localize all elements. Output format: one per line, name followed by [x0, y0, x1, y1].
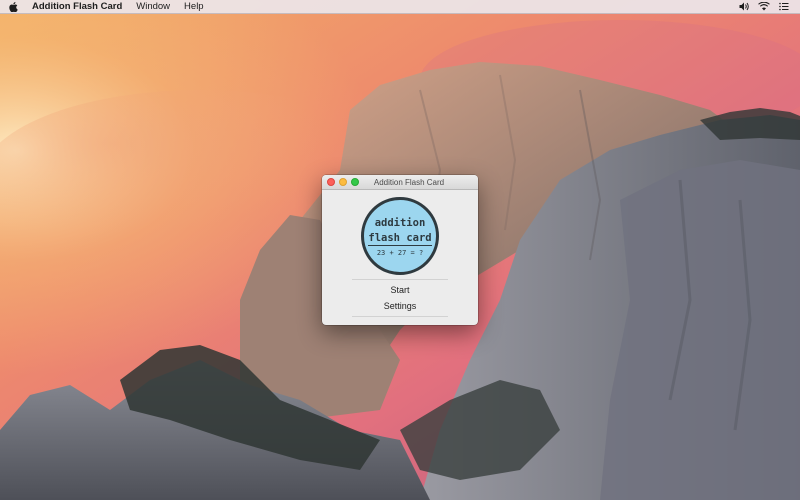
menu-bar: Addition Flash Card Window Help [0, 0, 800, 14]
window-title: Addition Flash Card [373, 178, 445, 187]
menu-bar-left: Addition Flash Card Window Help [0, 0, 211, 13]
start-button[interactable]: Start [352, 283, 448, 297]
list-icon[interactable] [774, 0, 794, 14]
menu-help[interactable]: Help [177, 0, 211, 14]
divider [352, 279, 448, 280]
logo-text-equation: 23 + 27 = ? [376, 248, 424, 257]
wifi-icon[interactable] [754, 0, 774, 14]
logo-badge: addition flash card 23 + 27 = ? [361, 197, 439, 275]
window-titlebar[interactable]: Addition Flash Card [322, 175, 478, 190]
app-logo: addition flash card 23 + 27 = ? [361, 197, 439, 275]
logo-text-addition: addition [374, 216, 426, 229]
app-window: Addition Flash Card addition flash card … [322, 175, 478, 325]
apple-icon-glyph [8, 1, 18, 12]
menu-app-name[interactable]: Addition Flash Card [26, 0, 129, 14]
volume-icon[interactable] [734, 0, 754, 14]
apple-icon[interactable] [0, 0, 26, 14]
window-content: addition flash card 23 + 27 = ? Start Se… [322, 190, 478, 325]
menu-bar-status [734, 0, 800, 13]
logo-text-flash-card: flash card [368, 231, 432, 246]
divider [352, 316, 448, 317]
menu-window[interactable]: Window [129, 0, 177, 14]
settings-button[interactable]: Settings [352, 299, 448, 313]
